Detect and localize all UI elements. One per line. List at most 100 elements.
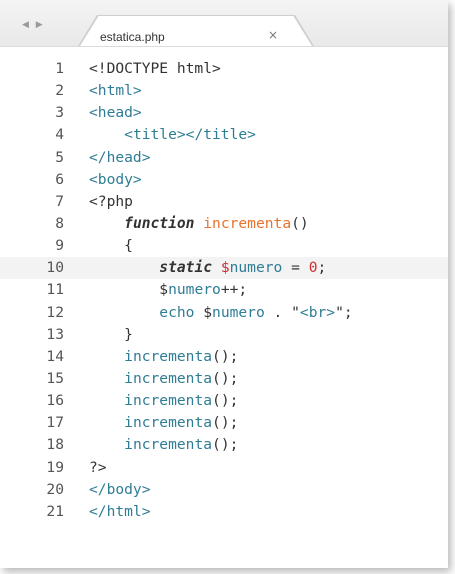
code-line[interactable]: 1 <!DOCTYPE html>: [0, 58, 448, 80]
code-text: <?php: [89, 191, 133, 213]
line-number: 9: [55, 237, 64, 255]
code-token: echo: [159, 303, 204, 321]
code-text: echo $numero . "<br>";: [89, 302, 353, 324]
code-text: incrementa();: [89, 434, 238, 456]
code-text: $numero++;: [89, 279, 247, 301]
line-number: 4: [55, 126, 64, 144]
code-line[interactable]: 18 incrementa();: [0, 434, 448, 456]
code-text: static $numero = 0;: [89, 257, 326, 279]
code-line[interactable]: 5 </head>: [0, 147, 448, 169]
code-token: ();: [212, 347, 239, 365]
code-token: <body>: [89, 170, 142, 188]
code-line[interactable]: 4 <title></title>: [0, 124, 448, 146]
code-token: (): [291, 214, 309, 232]
code-token: }: [89, 325, 133, 343]
code-token: incrementa: [124, 414, 213, 432]
line-number: 18: [46, 436, 64, 454]
line-number: 2: [55, 82, 64, 100]
code-token: <br>: [299, 303, 336, 321]
line-number: 13: [46, 325, 64, 343]
code-line[interactable]: 13 }: [0, 324, 448, 346]
line-number: 7: [55, 192, 64, 210]
code-token: </head>: [89, 148, 151, 166]
line-number: 10: [46, 259, 64, 277]
code-line[interactable]: 8 function incrementa(): [0, 213, 448, 235]
code-text: incrementa();: [89, 412, 238, 434]
code-line[interactable]: 17 incrementa();: [0, 412, 448, 434]
code-editor[interactable]: 1 <!DOCTYPE html> 2 <html> 3 <head> 4 <title><…: [0, 58, 448, 523]
code-token: <head>: [89, 104, 142, 122]
code-token: incrementa: [124, 347, 213, 365]
code-token: $: [203, 303, 213, 321]
code-text: incrementa();: [89, 390, 238, 412]
code-line[interactable]: 16 incrementa();: [0, 390, 448, 412]
code-text: incrementa();: [89, 346, 238, 368]
line-number: 3: [55, 104, 64, 122]
code-line[interactable]: 7 <?php: [0, 191, 448, 213]
line-number: 20: [46, 480, 64, 498]
tab-title[interactable]: estatica.php: [100, 30, 165, 44]
code-text: ?>: [89, 457, 107, 479]
code-text: function incrementa(): [89, 213, 309, 235]
code-line[interactable]: 14 incrementa();: [0, 346, 448, 368]
code-line[interactable]: 9 {: [0, 235, 448, 257]
code-text: <title></title>: [89, 124, 256, 146]
code-line[interactable]: 21 </html>: [0, 501, 448, 523]
tab-nav-arrows-icon[interactable]: ◀ ▶: [22, 20, 45, 30]
code-text: {: [89, 235, 133, 257]
code-token: ();: [212, 369, 239, 387]
code-line[interactable]: 19 ?>: [0, 457, 448, 479]
code-token: <title></title>: [124, 126, 256, 144]
code-line[interactable]: 15 incrementa();: [0, 368, 448, 390]
code-token: ";: [335, 303, 353, 321]
code-token: incrementa: [124, 369, 213, 387]
code-token: incrementa: [124, 392, 213, 410]
editor-window: ◀ ▶ estatica.php × 1 <!DOCTYPE html> 2 <htm…: [0, 0, 448, 568]
code-token: <?php: [89, 192, 133, 210]
code-line[interactable]: 6 <body>: [0, 169, 448, 191]
code-token: ;: [317, 259, 327, 277]
code-text: incrementa();: [89, 368, 238, 390]
code-token: static: [159, 259, 213, 277]
code-token: ();: [212, 392, 239, 410]
code-token: numero: [212, 303, 265, 321]
code-token: =: [282, 259, 309, 277]
line-number: 11: [46, 281, 64, 299]
code-token: incrementa: [124, 436, 213, 454]
code-line[interactable]: 3 <head>: [0, 102, 448, 124]
code-line[interactable]: 20 </body>: [0, 479, 448, 501]
line-number: 8: [55, 214, 64, 232]
line-number: 16: [46, 392, 64, 410]
code-line[interactable]: 10 static $numero = 0;: [0, 257, 448, 280]
line-number: 12: [46, 303, 64, 321]
code-text: <body>: [89, 169, 142, 191]
code-token: numero: [229, 259, 283, 277]
line-number: 19: [46, 458, 64, 476]
code-line[interactable]: 11 $numero++;: [0, 279, 448, 301]
line-number: 21: [46, 502, 64, 520]
code-line[interactable]: 2 <html>: [0, 80, 448, 102]
line-number: 14: [46, 347, 64, 365]
code-token: ();: [212, 414, 239, 432]
code-token: ();: [212, 436, 239, 454]
line-number: 6: [55, 170, 64, 188]
line-number: 15: [46, 369, 64, 387]
code-line[interactable]: 12 echo $numero . "<br>";: [0, 302, 448, 324]
tab-bar: ◀ ▶ estatica.php ×: [0, 0, 448, 47]
line-number: 1: [55, 60, 64, 77]
code-token: $: [159, 281, 169, 299]
code-text: </html>: [89, 501, 151, 523]
code-text: }: [89, 324, 133, 346]
code-token: ++;: [220, 281, 248, 299]
code-token: numero: [168, 281, 221, 299]
code-token: <html>: [89, 82, 142, 100]
tab-close-icon[interactable]: ×: [268, 28, 278, 42]
